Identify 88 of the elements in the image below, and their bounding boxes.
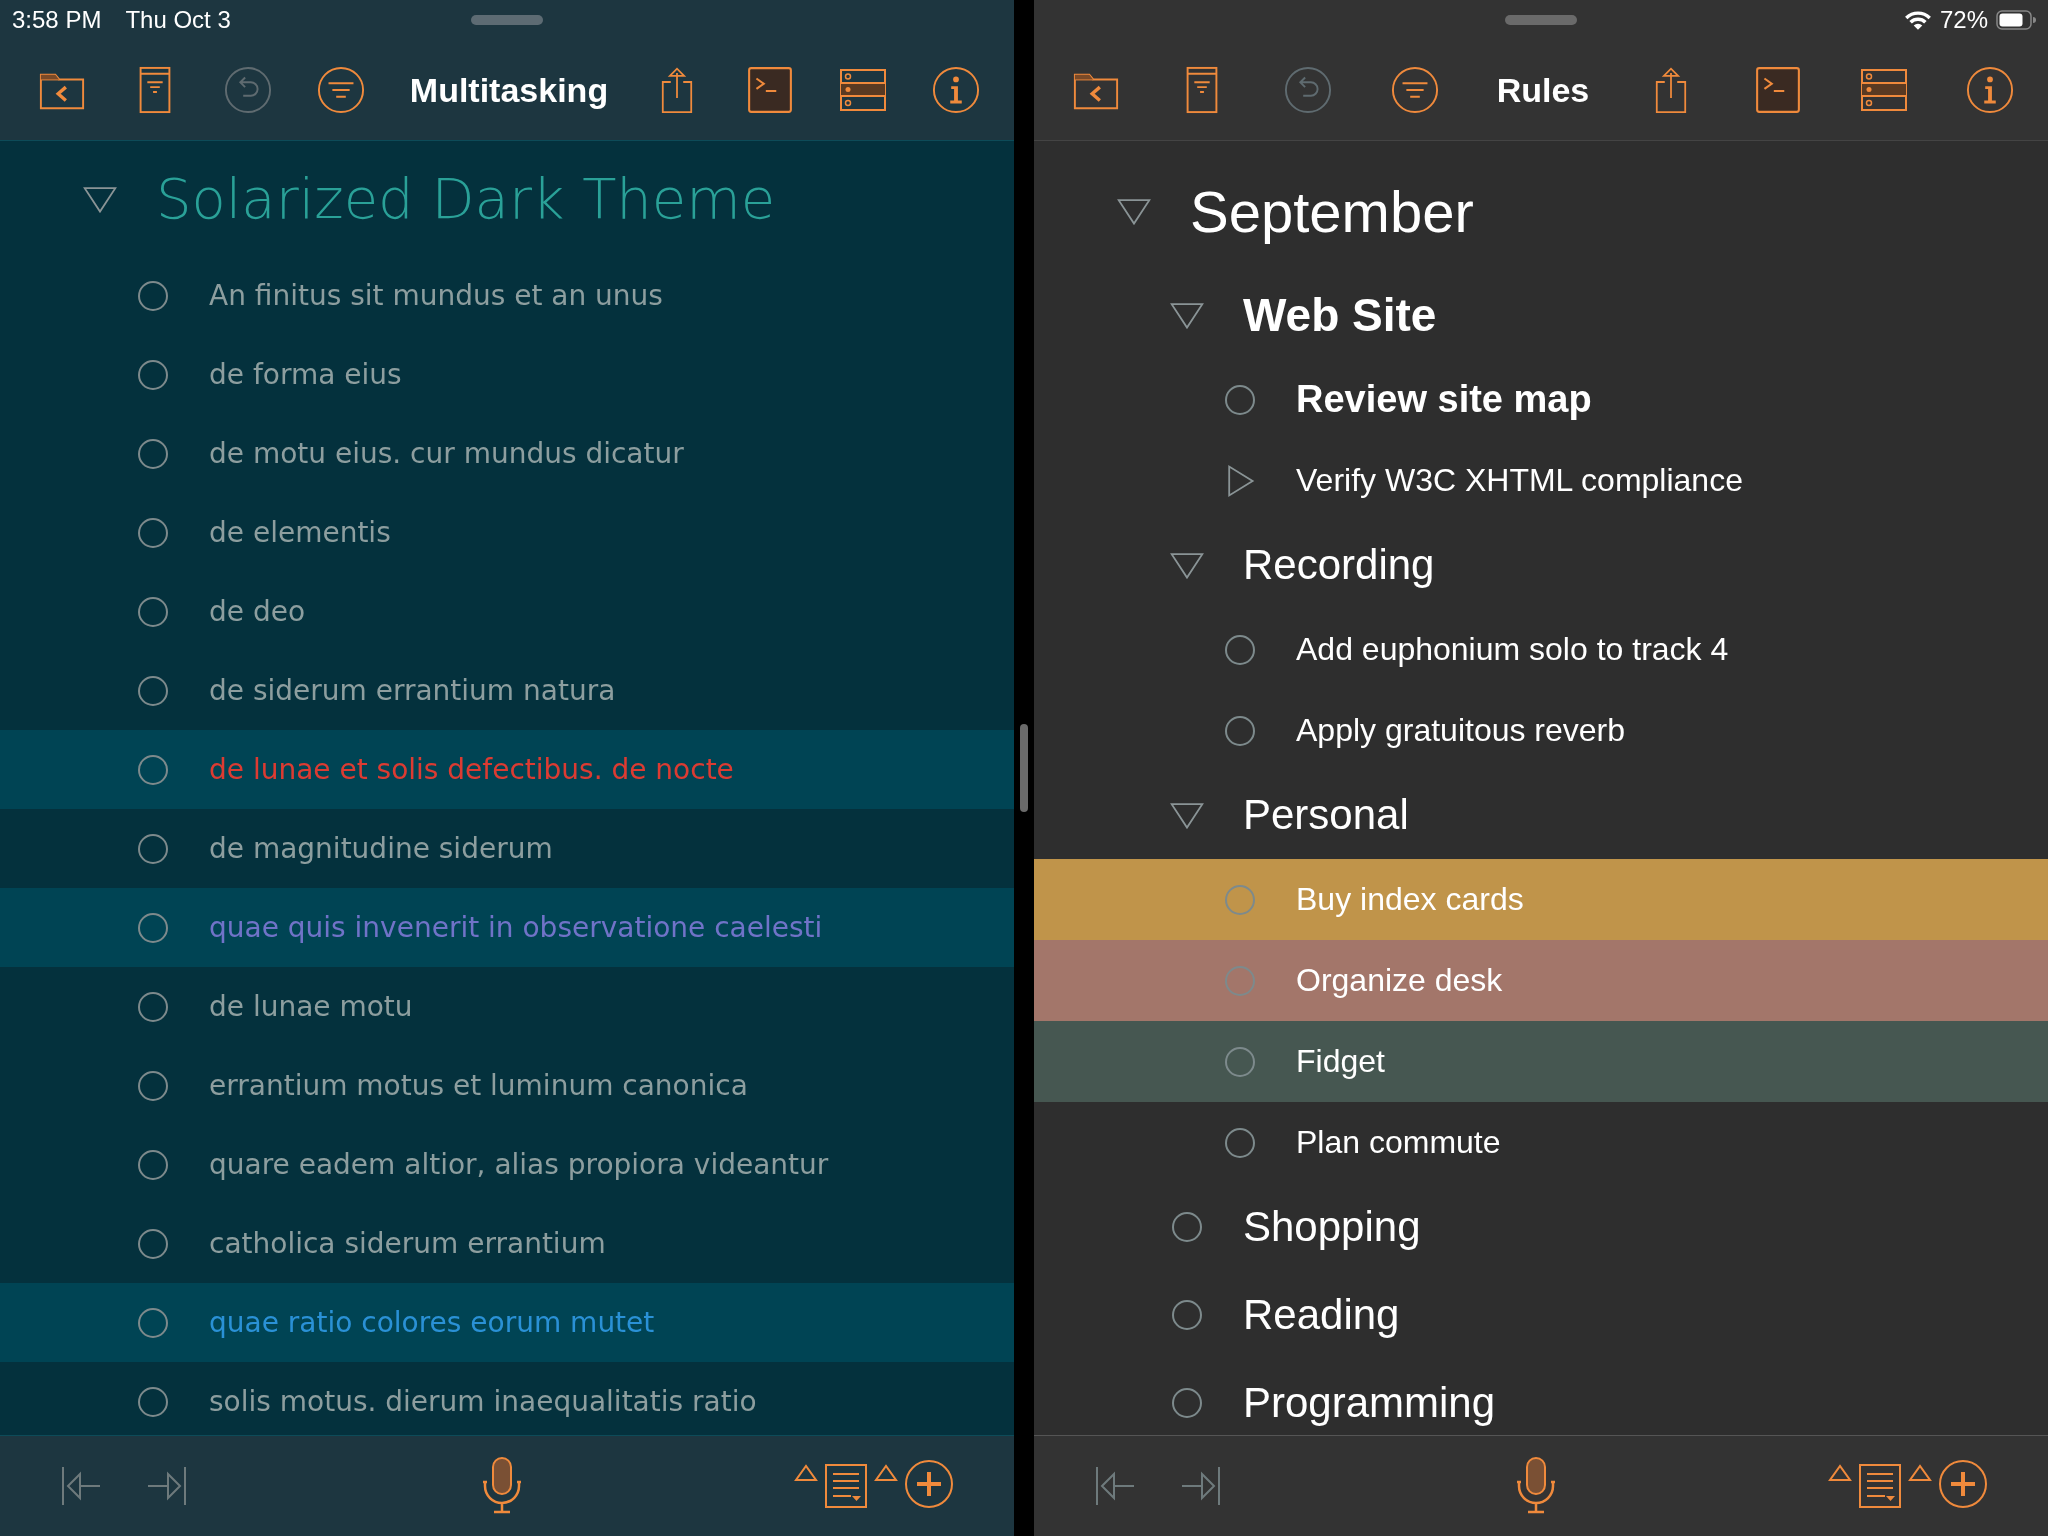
move-up-icon[interactable] <box>1908 1463 1932 1483</box>
status-circle-icon[interactable] <box>137 990 169 1023</box>
status-circle-icon[interactable] <box>137 911 169 944</box>
row-title: Reading <box>1243 1291 1400 1339</box>
status-circle-icon[interactable] <box>137 832 169 865</box>
status-circle-icon[interactable] <box>1224 633 1256 666</box>
status-circle-icon[interactable] <box>137 516 169 549</box>
highlighted-row[interactable]: Buy index cards <box>1034 859 2048 940</box>
document-title: Rules <box>1496 70 1590 110</box>
terminal-icon[interactable] <box>746 66 795 114</box>
status-circle-icon[interactable] <box>1171 1211 1203 1243</box>
row-title: Plan commute <box>1296 1124 1501 1161</box>
row-title: Add euphonium solo to track 4 <box>1296 631 1729 668</box>
terminal-icon[interactable] <box>1753 66 1802 114</box>
status-circle-icon[interactable] <box>1224 1045 1256 1078</box>
status-circle-icon[interactable] <box>137 279 169 312</box>
row-title: de magnitudine siderum <box>209 832 553 865</box>
add-icon[interactable] <box>904 1459 954 1509</box>
microphone-icon[interactable] <box>480 1456 524 1516</box>
status-circle-icon[interactable] <box>137 1385 169 1418</box>
row-title: Web Site <box>1243 288 1437 342</box>
status-circle-icon[interactable] <box>1171 1299 1203 1331</box>
info-icon[interactable] <box>931 66 980 114</box>
undo-icon[interactable] <box>223 66 272 114</box>
note-icon[interactable] <box>1858 1463 1902 1509</box>
row-title: de lunae et solis defectibus. de nocte <box>209 753 734 786</box>
row-title: Organize desk <box>1296 962 1503 999</box>
status-circle-icon[interactable] <box>137 437 169 470</box>
row-title: solis motus. dierum inaequalitatis ratio <box>209 1385 757 1418</box>
info-icon[interactable] <box>1965 66 2014 114</box>
status-date: Thu Oct 3 <box>125 6 231 34</box>
row-title: Fidget <box>1296 1043 1385 1080</box>
row-title: Personal <box>1243 791 1409 839</box>
row-title: de motu eius. cur mundus dicatur <box>209 437 684 470</box>
status-circle-icon[interactable] <box>1224 714 1256 747</box>
row-title: Solarized Dark Theme <box>156 166 776 231</box>
move-up-icon[interactable] <box>794 1463 818 1483</box>
status-circle-icon[interactable] <box>137 1148 169 1181</box>
row-title: quae quis invenerit in observatione caelesti <box>209 911 823 944</box>
note-icon[interactable] <box>824 1463 868 1509</box>
rows-icon[interactable] <box>839 66 887 114</box>
wifi-icon <box>1903 9 1932 31</box>
status-circle-icon[interactable] <box>137 1227 169 1260</box>
status-circle-icon[interactable] <box>137 595 169 628</box>
row-title: quae ratio colores eorum mutet <box>209 1306 655 1339</box>
status-circle-icon[interactable] <box>137 753 169 786</box>
status-circle-icon[interactable] <box>1171 1387 1203 1419</box>
row-title: Review site map <box>1296 378 1592 421</box>
row-title: Programming <box>1243 1379 1496 1427</box>
status-circle-icon[interactable] <box>137 1306 169 1339</box>
row-title: de deo <box>209 595 306 628</box>
row-title: de elementis <box>209 516 391 549</box>
row-title: Verify W3C XHTML compliance <box>1296 462 1743 499</box>
document-title: Multitasking <box>409 70 609 110</box>
split-handle[interactable] <box>1020 724 1028 812</box>
status-time: 3:58 PM <box>12 6 102 34</box>
filter-icon[interactable] <box>316 66 365 114</box>
row-title: Shopping <box>1243 1203 1421 1251</box>
row-title: Recording <box>1243 541 1435 589</box>
row-title: September <box>1190 177 1474 245</box>
row-title: de lunae motu <box>209 990 413 1023</box>
highlighted-row[interactable]: quae quis invenerit in observatione caelesti <box>0 888 1014 967</box>
row-title: errantium motus et luminum canonica <box>209 1069 748 1102</box>
highlighted-row[interactable]: Fidget <box>1034 1021 2048 1102</box>
row-title: Apply gratuitous reverb <box>1296 712 1626 749</box>
highlighted-row[interactable]: quae ratio colores eorum mutet <box>0 1283 1014 1362</box>
undo-icon[interactable] <box>1284 66 1333 114</box>
row-title: quare eadem altior, alias propiora videantur <box>209 1148 829 1181</box>
highlighted-row[interactable]: Organize desk <box>1034 940 2048 1021</box>
row-title: de forma eius <box>209 358 402 391</box>
filter-icon[interactable] <box>1390 66 1439 114</box>
microphone-icon[interactable] <box>1514 1456 1558 1516</box>
move-up-icon[interactable] <box>874 1463 898 1483</box>
row-title: An finitus sit mundus et an unus <box>209 279 663 312</box>
status-circle-icon[interactable] <box>137 674 169 707</box>
battery-percent: 72% <box>1939 6 1988 34</box>
highlighted-row[interactable]: de lunae et solis defectibus. de nocte <box>0 730 1014 809</box>
status-circle-icon[interactable] <box>1224 1126 1256 1159</box>
move-up-icon[interactable] <box>1828 1463 1852 1483</box>
battery-icon <box>1996 9 2036 31</box>
add-icon[interactable] <box>1938 1459 1988 1509</box>
status-circle-icon[interactable] <box>137 358 169 391</box>
rows-icon[interactable] <box>1859 66 1908 114</box>
row-title: catholica siderum errantium <box>209 1227 606 1260</box>
row-title: Buy index cards <box>1296 881 1524 918</box>
row-title: de siderum errantium natura <box>209 674 616 707</box>
status-circle-icon[interactable] <box>1224 383 1256 416</box>
status-circle-icon[interactable] <box>137 1069 169 1102</box>
